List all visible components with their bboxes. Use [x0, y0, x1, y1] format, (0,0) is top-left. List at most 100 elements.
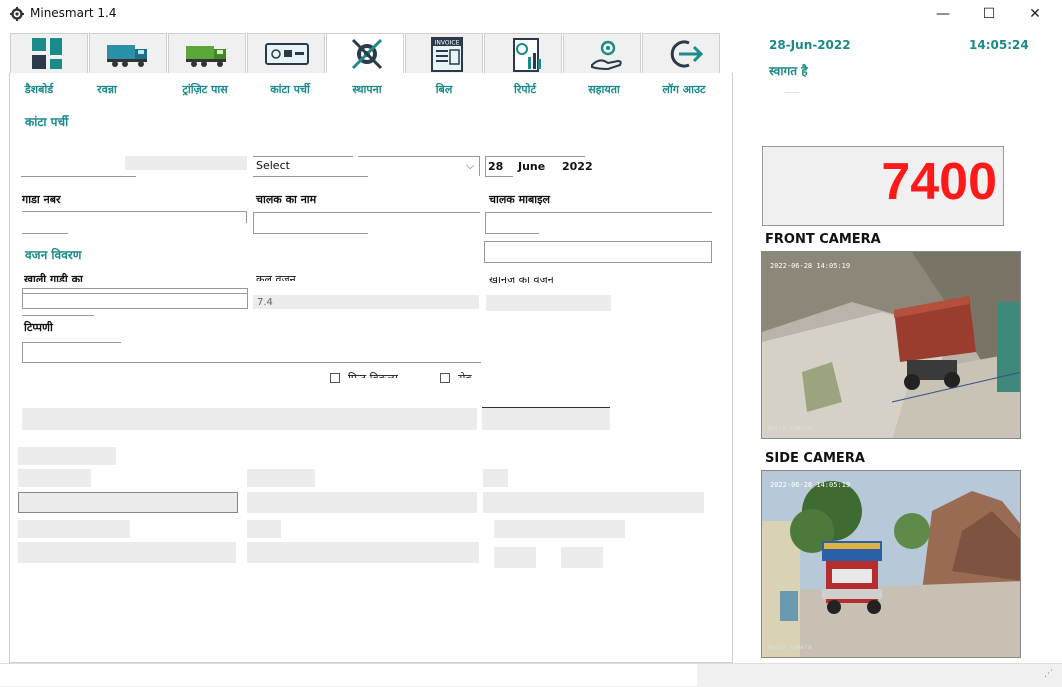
placeholder-bar: [18, 520, 130, 538]
section-title-weight: वजन विवरण: [25, 248, 82, 262]
placeholder-bar: [483, 492, 704, 513]
driver-mobile-left: [485, 212, 486, 234]
truck-icon: [107, 45, 147, 67]
driver-name-input[interactable]: [253, 233, 368, 234]
select-top-border: [253, 156, 353, 157]
driver-mobile-label: चालक माबाइल: [489, 193, 550, 206]
total-weight-field: 7.4: [253, 295, 479, 309]
resize-grip-icon[interactable]: ⋰: [1044, 669, 1053, 679]
settings-tools-icon: [351, 38, 383, 70]
placeholder-bar: [18, 542, 236, 563]
placeholder-bar: [22, 408, 477, 430]
toolbar-transit-pass-button[interactable]: [168, 33, 246, 73]
mineral-weight-field: [486, 295, 611, 311]
toolbar-logout-button[interactable]: [642, 33, 720, 73]
date-day: 28: [488, 160, 504, 173]
current-time: 14:05:24: [969, 38, 1029, 52]
front-camera-watermark: Nevik Camera: [768, 425, 812, 432]
driver-mobile-input[interactable]: [485, 233, 539, 234]
toolbar-dashboard-button[interactable]: [10, 33, 88, 73]
placeholder-bar: [494, 520, 625, 538]
side-camera-watermark: Nevik Camera: [768, 644, 812, 651]
weight-display: 7400: [762, 146, 1004, 226]
select-top-border-right: [358, 156, 480, 157]
side-camera-label: SIDE CAMERA: [765, 451, 865, 466]
minimize-button[interactable]: —: [920, 0, 966, 28]
placeholder-input[interactable]: [18, 492, 238, 513]
field-underline: [21, 176, 136, 177]
invoice-icon-text: INVOICE: [435, 40, 460, 47]
empty-weight-underline: [22, 315, 94, 316]
help-hand-icon: [591, 40, 622, 71]
placeholder-bar: [482, 408, 610, 430]
toolbar-report-button[interactable]: [484, 33, 562, 73]
front-camera-timestamp: 2022-06-28 14:05:19: [770, 262, 851, 270]
extra-input-box[interactable]: [484, 241, 712, 263]
driver-name-top: [253, 212, 480, 213]
date-left-border: [485, 156, 486, 176]
maximize-button[interactable]: ☐: [966, 0, 1012, 28]
dashboard-icon: [32, 38, 62, 69]
nav-label-help[interactable]: सहायता: [565, 82, 643, 97]
vehicle-input-bottom: [22, 233, 68, 234]
select-dropdown[interactable]: Select ⌵: [253, 156, 479, 176]
date-top-border: [485, 156, 585, 157]
front-camera-feed: 2022-06-28 14:05:19 Nevik Camera: [761, 251, 1021, 439]
placeholder-bar: [247, 492, 477, 513]
remark-top-border: [22, 342, 121, 343]
select-bottom-border: [253, 176, 368, 177]
current-weight-value: 7400: [881, 153, 997, 211]
status-bar-left: [0, 664, 697, 686]
date-month: June: [518, 160, 546, 173]
empty-weight-input[interactable]: [22, 288, 248, 309]
nav-label-sthapana[interactable]: स्थापना: [328, 82, 406, 97]
nav-label-logout[interactable]: लॉग आउट: [645, 82, 723, 97]
toolbar-bill-button[interactable]: INVOICE: [405, 33, 483, 73]
remark-label: टिप्पणी: [24, 321, 53, 334]
app-gear-icon: [10, 7, 24, 21]
placeholder-line: [482, 407, 610, 408]
placeholder-bar: [18, 447, 116, 465]
toolbar-help-button[interactable]: [563, 33, 641, 73]
nav-label-dashboard[interactable]: डैशबोर्ड: [0, 82, 78, 97]
report-icon: [513, 38, 541, 72]
save-checkbox-label: सेव: [458, 371, 472, 378]
title-bar: Minesmart 1.4 — ☐ ✕: [0, 0, 1062, 28]
toolbar-sthapana-button[interactable]: [326, 33, 404, 75]
total-weight-value: 7.4: [257, 297, 273, 308]
invoice-icon: INVOICE: [431, 37, 463, 72]
vehicle-number-label: गाडा नबर: [22, 193, 61, 206]
driver-name-label: चालक का नाम: [256, 193, 317, 206]
nav-label-ravanna[interactable]: रवन्ना: [68, 82, 146, 97]
nav-label-kanta-parchi[interactable]: कांटा पर्ची: [251, 82, 329, 97]
toolbar-kanta-parchi-button[interactable]: [247, 33, 325, 73]
select-right-border: [479, 156, 480, 176]
empty-weight-inner-line: [22, 293, 248, 294]
date-bottom-border: [485, 176, 513, 177]
side-camera-image: [762, 471, 1020, 657]
disabled-field: [125, 156, 247, 170]
save-checkbox[interactable]: [440, 373, 450, 383]
front-camera-label: FRONT CAMERA: [765, 232, 881, 247]
placeholder-bar: [247, 542, 479, 563]
placeholder-bar: [247, 520, 281, 538]
print-option-label: प्रिन्ट विकल्प: [348, 371, 398, 378]
toolbar-ravanna-button[interactable]: [89, 33, 167, 73]
nav-label-transit-pass[interactable]: ट्रांज़िट पास: [166, 82, 244, 97]
remark-input[interactable]: [22, 362, 481, 363]
date-picker[interactable]: 28 June 2022: [485, 156, 593, 176]
nav-label-bill[interactable]: बिल: [405, 82, 483, 97]
placeholder-bar: [494, 547, 536, 568]
close-button[interactable]: ✕: [1012, 0, 1058, 28]
driver-mobile-top: [485, 212, 712, 213]
print-option-checkbox[interactable]: [330, 373, 340, 383]
front-camera-image: [762, 252, 1020, 438]
vehicle-number-input[interactable]: [22, 211, 247, 212]
app-title: Minesmart 1.4: [30, 6, 117, 20]
current-date: 28-Jun-2022: [769, 38, 851, 52]
placeholder-bar: [483, 469, 508, 487]
nav-label-report[interactable]: रिपोर्ट: [486, 82, 564, 97]
chevron-down-icon: ⌵: [466, 159, 475, 172]
placeholder-bar: [247, 469, 315, 487]
placeholder-bar: [561, 547, 603, 568]
